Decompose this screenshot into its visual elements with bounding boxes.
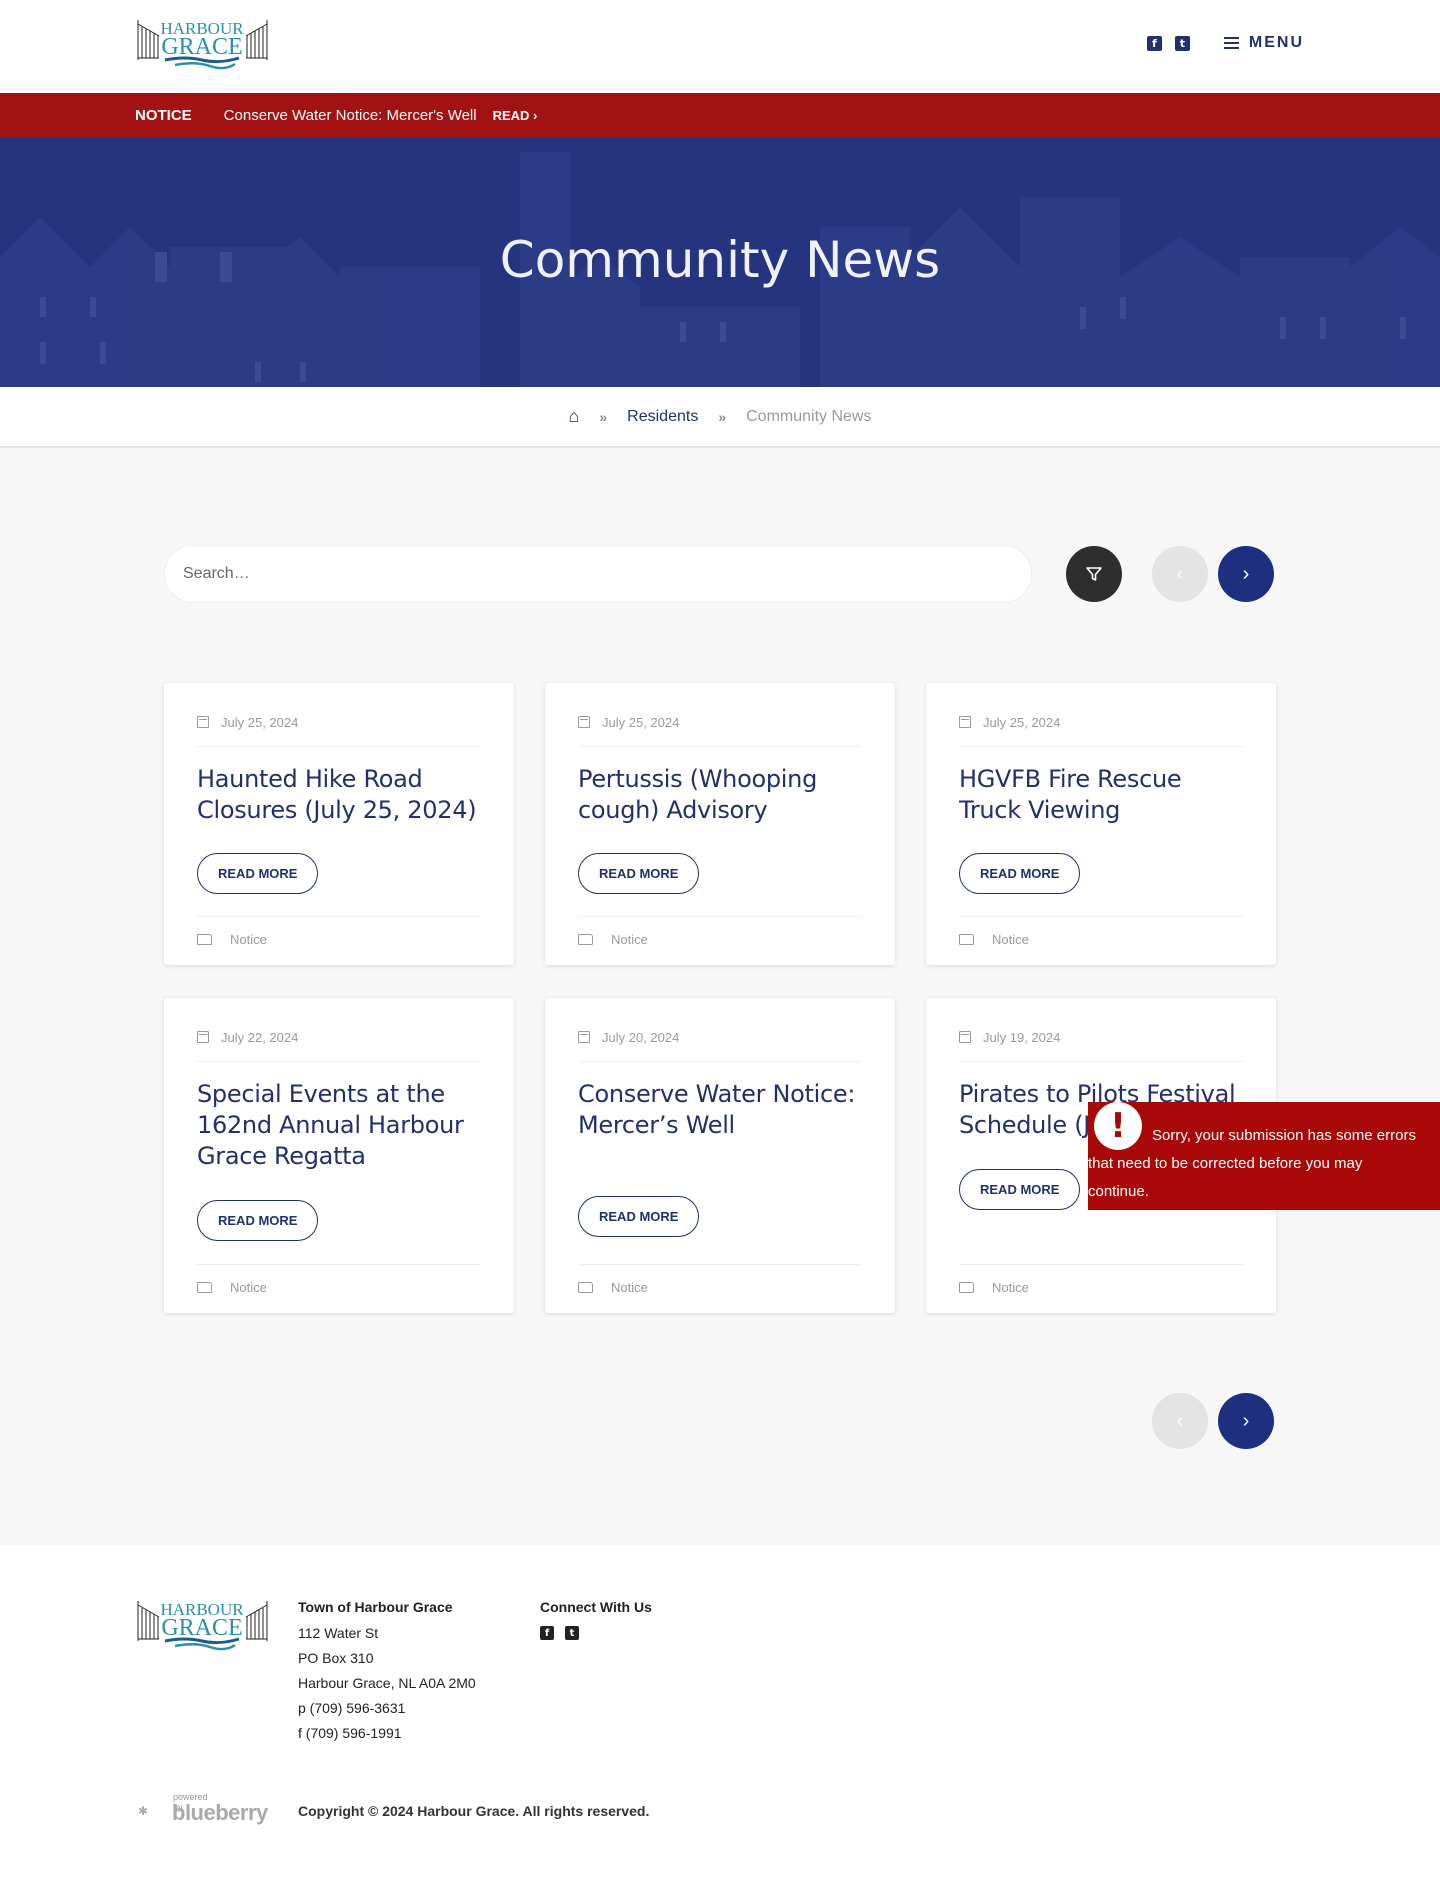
- news-listing: ‹ › July 25, 2024 Haunted Hike Road Clos…: [0, 448, 1440, 1545]
- footer-org-heading: Town of Harbour Grace: [298, 1599, 453, 1615]
- exclamation-icon: !: [1094, 1102, 1142, 1150]
- calendar-icon: [959, 716, 971, 728]
- news-card: July 22, 2024 Special Events at the 162n…: [164, 998, 514, 1313]
- card-date: July 25, 2024: [221, 714, 299, 730]
- news-card: July 20, 2024 Conserve Water Notice: Mer…: [545, 998, 895, 1313]
- search-box: [164, 545, 1032, 603]
- read-more-button[interactable]: READ MORE: [959, 1169, 1081, 1210]
- svg-text:GRACE: GRACE: [161, 1615, 242, 1641]
- read-more-button[interactable]: READ MORE: [197, 1200, 319, 1241]
- breadcrumb-separator-icon: »: [599, 408, 608, 425]
- phone[interactable]: p (709) 596-3631: [298, 1696, 476, 1721]
- filter-button[interactable]: [1066, 546, 1122, 602]
- card-date: July 22, 2024: [221, 1029, 299, 1045]
- prev-page-button-bottom[interactable]: ‹: [1152, 1393, 1208, 1449]
- page-title: Community News: [499, 231, 941, 289]
- card-category[interactable]: Notice: [611, 1280, 648, 1295]
- calendar-icon: [197, 716, 209, 728]
- card-category[interactable]: Notice: [611, 932, 648, 947]
- address-line: Harbour Grace, NL A0A 2M0: [298, 1675, 476, 1691]
- card-category[interactable]: Notice: [992, 1280, 1029, 1295]
- site-footer: HARBOUR GRACE Town of Harbour Grace 112 …: [0, 1545, 1440, 1882]
- folder-icon: [578, 933, 593, 945]
- footer-logo[interactable]: HARBOUR GRACE: [135, 1595, 270, 1655]
- breadcrumb-separator-icon: »: [718, 408, 727, 425]
- card-category[interactable]: Notice: [992, 932, 1029, 947]
- calendar-icon: [578, 1031, 590, 1043]
- card-date: July 25, 2024: [983, 714, 1061, 730]
- prev-page-button[interactable]: ‹: [1152, 546, 1208, 602]
- news-card: July 25, 2024 Pertussis (Whooping cough)…: [545, 683, 895, 965]
- header-actions: f t MENU: [1134, 34, 1304, 52]
- card-category[interactable]: Notice: [230, 932, 267, 947]
- news-card: July 25, 2024 HGVFB Fire Rescue Truck Vi…: [926, 683, 1276, 965]
- search-input[interactable]: [183, 565, 1031, 583]
- error-notification: ! Sorry, your submission has some errors…: [1088, 1102, 1440, 1210]
- next-page-button[interactable]: ›: [1218, 546, 1274, 602]
- svg-text:GRACE: GRACE: [161, 34, 242, 60]
- facebook-icon[interactable]: f: [1146, 35, 1162, 51]
- chevron-left-icon: ‹: [1176, 1409, 1184, 1432]
- footer-connect: Connect With Us f t: [540, 1595, 652, 1640]
- menu-button[interactable]: MENU: [1223, 34, 1304, 52]
- card-title[interactable]: Pertussis (Whooping cough) Advisory: [578, 764, 862, 826]
- read-more-button[interactable]: READ MORE: [959, 853, 1081, 894]
- folder-icon: [197, 1281, 212, 1293]
- notice-bar: NOTICE Conserve Water Notice: Mercer's W…: [0, 93, 1440, 137]
- notice-label: NOTICE: [135, 106, 192, 124]
- twitter-icon[interactable]: t: [1174, 35, 1190, 51]
- chevron-right-icon: ›: [1242, 562, 1250, 585]
- calendar-icon: [959, 1031, 971, 1043]
- fax: f (709) 596-1991: [298, 1725, 402, 1741]
- breadcrumb-residents[interactable]: Residents: [627, 408, 698, 426]
- calendar-icon: [197, 1031, 209, 1043]
- harbour-grace-logo-icon: HARBOUR GRACE: [137, 1600, 268, 1651]
- card-title[interactable]: Haunted Hike Road Closures (July 25, 202…: [197, 764, 481, 826]
- read-more-button[interactable]: READ MORE: [578, 1196, 700, 1237]
- next-page-button-bottom[interactable]: ›: [1218, 1393, 1274, 1449]
- notice-read-link[interactable]: READ ›: [493, 108, 538, 123]
- calendar-icon: [578, 716, 590, 728]
- notice-link[interactable]: Conserve Water Notice: Mercer's Well: [224, 107, 477, 124]
- address-line: 112 Water St: [298, 1625, 379, 1641]
- site-logo[interactable]: HARBOUR GRACE: [135, 14, 270, 74]
- card-title[interactable]: Conserve Water Notice: Mercer’s Well: [578, 1079, 862, 1141]
- news-card: July 25, 2024 Haunted Hike Road Closures…: [164, 683, 514, 965]
- hero-banner: Community News: [0, 137, 1440, 387]
- menu-label: MENU: [1248, 34, 1304, 51]
- breadcrumb: ⌂ » Residents » Community News: [0, 387, 1440, 448]
- filter-icon: [1086, 567, 1102, 581]
- footer-address: Town of Harbour Grace 112 Water St PO Bo…: [298, 1595, 476, 1746]
- card-date: July 19, 2024: [983, 1029, 1061, 1045]
- card-date: July 20, 2024: [602, 1029, 680, 1045]
- twitter-icon[interactable]: t: [565, 1626, 579, 1640]
- breadcrumb-current: Community News: [746, 407, 872, 425]
- folder-icon: [959, 1281, 974, 1293]
- hamburger-icon: [1223, 37, 1239, 49]
- chevron-right-icon: ›: [1242, 1409, 1250, 1432]
- facebook-icon[interactable]: f: [540, 1626, 554, 1640]
- copyright: Copyright © 2024 Harbour Grace. All righ…: [298, 1803, 650, 1819]
- address-line: PO Box 310: [298, 1650, 374, 1666]
- read-more-button[interactable]: READ MORE: [578, 853, 700, 894]
- blueberry-logo-icon: ✱: [138, 1804, 149, 1818]
- card-category[interactable]: Notice: [230, 1280, 267, 1295]
- harbour-grace-logo-icon: HARBOUR GRACE: [137, 19, 268, 70]
- site-header: HARBOUR GRACE f t MENU: [0, 0, 1440, 93]
- read-more-button[interactable]: READ MORE: [197, 853, 319, 894]
- chevron-left-icon: ‹: [1176, 562, 1184, 585]
- home-icon[interactable]: ⌂: [569, 406, 580, 427]
- folder-icon: [197, 933, 212, 945]
- folder-icon: [959, 933, 974, 945]
- footer-connect-heading: Connect With Us: [540, 1599, 652, 1615]
- card-title[interactable]: Special Events at the 162nd Annual Harbo…: [197, 1079, 481, 1172]
- folder-icon: [578, 1281, 593, 1293]
- card-title[interactable]: HGVFB Fire Rescue Truck Viewing: [959, 764, 1243, 826]
- card-date: July 25, 2024: [602, 714, 680, 730]
